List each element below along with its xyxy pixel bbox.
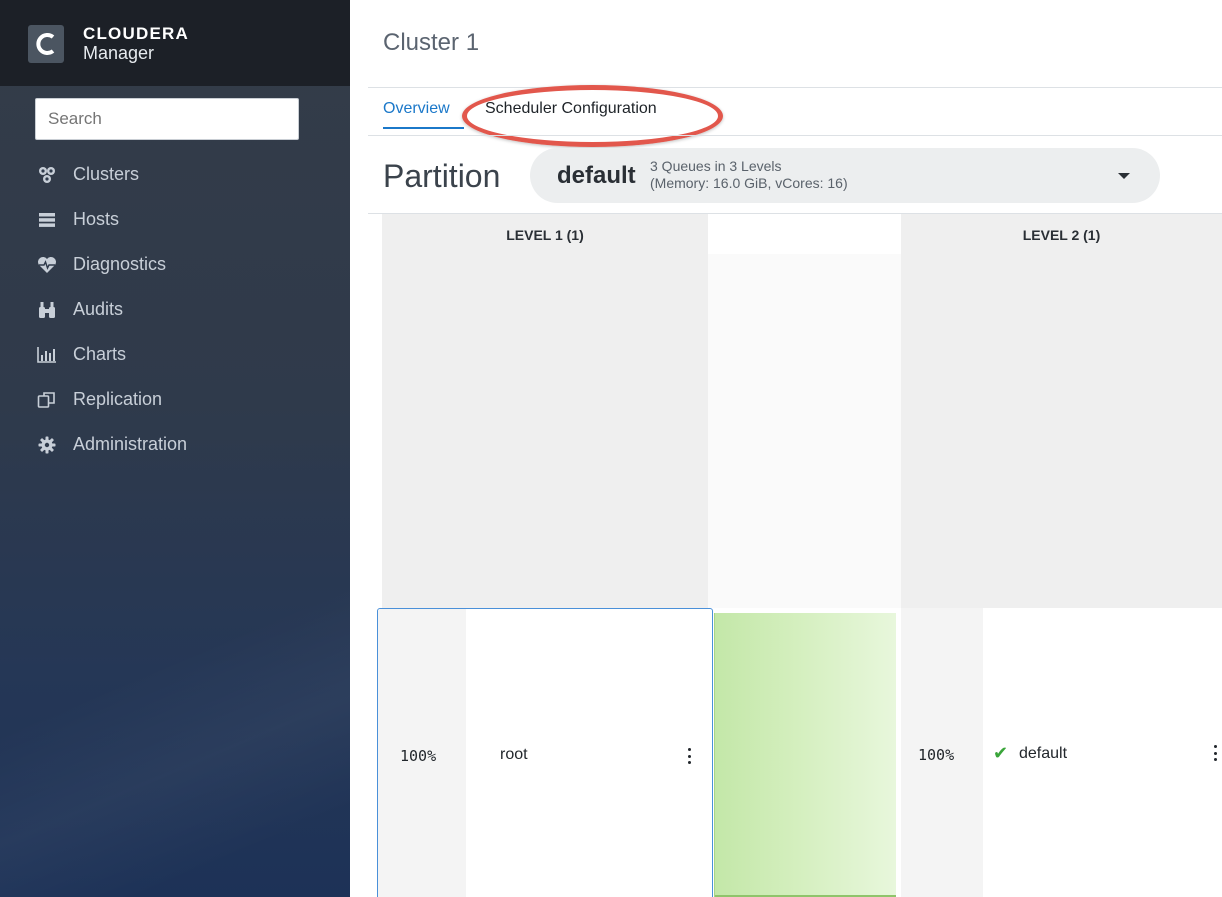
search-input[interactable]	[35, 98, 299, 140]
queue-connector-edge	[714, 613, 715, 897]
active-tab-indicator	[383, 127, 464, 129]
queue-card-default[interactable]: 100% ✔ default	[901, 608, 1222, 897]
main-content: Cluster 1 Overview Scheduler Configurati…	[350, 0, 1222, 897]
partition-select[interactable]: default 3 Queues in 3 Levels (Memory: 16…	[530, 148, 1160, 203]
divider	[368, 135, 1222, 136]
replication-icon	[37, 390, 57, 410]
sidebar-item-label: Administration	[73, 434, 188, 454]
sidebar-item-label: Diagnostics	[73, 254, 167, 274]
brand-product: Manager	[83, 43, 155, 63]
partition-selected-value: default	[557, 162, 636, 189]
sidebar-item-clusters[interactable]: Clusters	[0, 152, 350, 197]
partition-label: Partition	[383, 158, 501, 194]
binoculars-icon	[37, 300, 57, 320]
level-1-header: LEVEL 1 (1)	[506, 227, 584, 243]
sidebar-nav: Clusters Hosts Diagnostics Audits Charts…	[0, 152, 350, 467]
queue-menu-icon[interactable]	[687, 748, 691, 764]
sidebar-item-label: Audits	[73, 299, 124, 319]
sidebar-item-label: Replication	[73, 389, 163, 409]
page-title: Cluster 1	[383, 29, 480, 56]
divider	[368, 87, 1222, 88]
caret-down-icon	[1118, 173, 1130, 179]
queue-name: root	[500, 746, 528, 763]
level-2-header: LEVEL 2 (1)	[1022, 227, 1101, 243]
queue-capacity-percent: 100%	[400, 747, 437, 765]
hosts-icon	[37, 210, 57, 230]
sidebar-item-hosts[interactable]: Hosts	[0, 197, 350, 242]
tab-overview[interactable]: Overview	[383, 100, 450, 118]
gear-icon	[37, 435, 57, 455]
brand-text: CLOUDERA Manager	[83, 24, 189, 64]
queue-name: default	[1019, 745, 1068, 762]
sidebar-item-charts[interactable]: Charts	[0, 332, 350, 377]
brand-header[interactable]: CLOUDERA Manager	[0, 0, 350, 86]
connector-column-header	[708, 214, 901, 254]
queue-card-root[interactable]: 100% root	[377, 608, 713, 897]
sidebar-item-replication[interactable]: Replication	[0, 377, 350, 422]
check-icon: ✔	[993, 743, 1009, 763]
queue-connector	[714, 613, 896, 897]
queue-menu-icon[interactable]	[1213, 745, 1217, 761]
heartbeat-icon	[37, 255, 57, 275]
sidebar-item-label: Hosts	[73, 209, 120, 229]
sidebar-item-label: Charts	[73, 344, 127, 364]
brand-name: CLOUDERA	[83, 24, 189, 43]
sidebar: CLOUDERA Manager Clusters	[0, 0, 350, 897]
partition-queue-summary: 3 Queues in 3 Levels	[650, 158, 782, 174]
partition-resources: (Memory: 16.0 GiB, vCores: 16)	[650, 175, 848, 191]
sidebar-item-diagnostics[interactable]: Diagnostics	[0, 242, 350, 287]
highlight-annotation-circle	[462, 85, 723, 147]
queue-capacity-percent: 100%	[918, 746, 955, 764]
sidebar-item-label: Clusters	[73, 164, 140, 184]
level-2-column	[901, 214, 1222, 608]
bar-chart-icon	[37, 345, 57, 365]
sidebar-item-audits[interactable]: Audits	[0, 287, 350, 332]
clusters-icon	[37, 165, 57, 185]
cloudera-logo-icon	[28, 25, 64, 63]
connector-column	[708, 214, 901, 608]
sidebar-item-administration[interactable]: Administration	[0, 422, 350, 467]
level-1-column	[382, 214, 708, 608]
